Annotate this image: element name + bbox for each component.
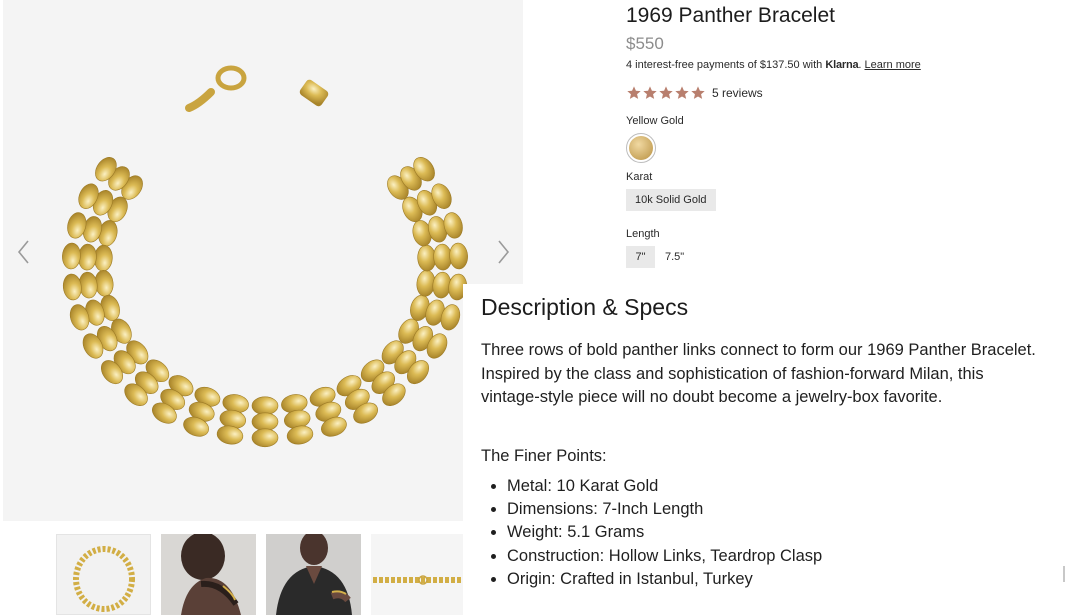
bracelet-image bbox=[62, 65, 468, 448]
gold-swatch-fill bbox=[629, 136, 653, 160]
description-heading: Description & Specs bbox=[481, 294, 689, 320]
karat-option-10k[interactable]: 10k Solid Gold bbox=[626, 189, 716, 211]
model-side-image bbox=[161, 534, 256, 615]
rating-stars bbox=[626, 85, 706, 101]
length-option-7-5[interactable]: 7.5" bbox=[665, 246, 684, 268]
thumbnail-bracelet-flat[interactable] bbox=[371, 534, 463, 615]
star-icon bbox=[659, 86, 673, 99]
thumbnail-model-front[interactable] bbox=[266, 534, 361, 615]
thumbnail-model-side[interactable] bbox=[161, 534, 256, 615]
product-title: 1969 Panther Bracelet bbox=[626, 4, 835, 27]
learn-more-link[interactable]: Learn more bbox=[865, 59, 921, 71]
color-label: Yellow Gold bbox=[626, 115, 684, 127]
product-info: 1969 Panther Bracelet $550 4 interest-fr… bbox=[626, 4, 1046, 268]
star-icon bbox=[643, 86, 657, 99]
klarna-text: 4 interest-free payments of $137.50 with bbox=[626, 59, 826, 71]
bracelet-flat-image bbox=[373, 575, 463, 585]
star-icon bbox=[691, 86, 705, 99]
previous-image-button[interactable] bbox=[11, 236, 35, 268]
klarna-payment-info: 4 interest-free payments of $137.50 with… bbox=[626, 59, 921, 71]
model-front-image bbox=[266, 534, 361, 615]
spec-item: Weight: 5.1 Grams bbox=[507, 521, 822, 544]
product-price: $550 bbox=[626, 34, 664, 53]
yellow-gold-swatch[interactable] bbox=[626, 133, 656, 163]
description-body: Three rows of bold panther links connect… bbox=[481, 341, 1036, 406]
product-rating: 5 reviews bbox=[626, 85, 763, 101]
bracelet-thumbnail-image bbox=[73, 546, 135, 612]
bracelet-link bbox=[62, 273, 82, 301]
spec-item: Construction: Hollow Links, Teardrop Cla… bbox=[507, 545, 822, 568]
bracelet-link bbox=[251, 412, 279, 432]
spec-item: Metal: 10 Karat Gold bbox=[507, 475, 822, 498]
bracelet-link bbox=[62, 242, 81, 270]
spec-item: Dimensions: 7-Inch Length bbox=[507, 498, 822, 521]
next-image-button[interactable] bbox=[492, 236, 516, 268]
spec-item: Origin: Crafted in Istanbul, Turkey bbox=[507, 568, 822, 591]
karat-label: Karat bbox=[626, 171, 653, 183]
length-option-7[interactable]: 7" bbox=[626, 246, 655, 268]
klarna-logo: Klarna bbox=[825, 59, 859, 71]
thumbnail-bracelet[interactable] bbox=[56, 534, 151, 615]
specs-list: Metal: 10 Karat Gold Dimensions: 7-Inch … bbox=[481, 475, 822, 591]
reviews-link[interactable]: 5 reviews bbox=[712, 86, 763, 100]
product-image-viewer bbox=[3, 0, 523, 521]
chevron-right-icon bbox=[498, 240, 510, 264]
star-icon bbox=[675, 86, 689, 99]
bracelet-link bbox=[251, 396, 279, 416]
finer-points-label: The Finer Points: bbox=[481, 447, 607, 465]
chevron-left-icon bbox=[17, 240, 29, 264]
bracelet-link bbox=[449, 242, 468, 270]
clasp bbox=[185, 65, 329, 112]
star-icon bbox=[627, 86, 641, 99]
bracelet-link bbox=[251, 428, 279, 448]
length-label: Length bbox=[626, 228, 660, 240]
description-panel: Description & Specs Three rows of bold p… bbox=[463, 284, 1065, 615]
